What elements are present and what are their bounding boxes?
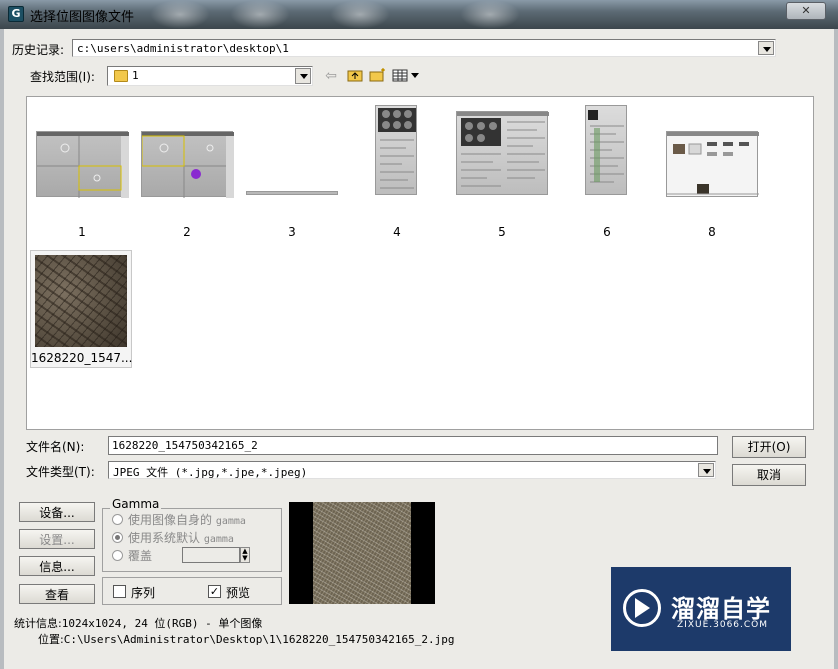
gamma-own-radio — [112, 514, 123, 525]
file-thumb-2[interactable]: 2 — [137, 125, 234, 239]
chevron-down-icon[interactable] — [758, 41, 774, 55]
file-name: 1628220_1547... — [31, 351, 133, 365]
thumbnail-image — [375, 105, 417, 195]
history-value: c:\users\administrator\desktop\1 — [77, 42, 289, 55]
file-thumb-4[interactable]: 4 — [347, 105, 443, 239]
title-bar: G 选择位图图像文件 ✕ — [0, 0, 838, 29]
thumbnail-image — [35, 255, 127, 347]
location-line: 位置:C:\Users\Administrator\Desktop\1\1628… — [38, 633, 455, 646]
thumbnail-image — [36, 131, 129, 198]
thumbnail-image — [456, 111, 549, 195]
history-combo[interactable]: c:\users\administrator\desktop\1 — [72, 39, 776, 57]
file-name: 1 — [78, 225, 86, 239]
file-thumb-3[interactable]: 3 — [242, 125, 338, 239]
file-name: 4 — [393, 225, 401, 239]
gamma-override-radio — [112, 550, 123, 561]
sequence-checkbox[interactable] — [113, 585, 126, 598]
filename-value: 1628220_154750342165_2 — [112, 439, 258, 452]
preview-label: 预览 — [226, 586, 251, 600]
title-bar-glare — [230, 0, 290, 29]
thumbnail-image — [666, 131, 759, 197]
file-thumb-6[interactable]: 6 — [557, 105, 653, 239]
watermark-text: 溜溜自学 — [671, 595, 771, 623]
gamma-override-label: 覆盖 — [128, 549, 153, 563]
preview-texture — [313, 502, 411, 604]
lookin-value: 1 — [132, 69, 139, 82]
window-title: 选择位图图像文件 — [30, 10, 135, 25]
filetype-label: 文件类型(T): — [26, 465, 95, 479]
image-preview — [289, 502, 435, 604]
title-bar-glare — [330, 0, 390, 29]
file-thumb-5[interactable]: 5 — [452, 111, 549, 239]
cancel-button[interactable]: 取消 — [732, 464, 806, 486]
thumbnail-image — [246, 191, 338, 195]
file-name: 8 — [708, 225, 716, 239]
play-icon — [635, 598, 650, 618]
lookin-label: 查找范围(I): — [30, 70, 95, 84]
gamma-system-radio — [112, 532, 123, 543]
file-name: 2 — [183, 225, 191, 239]
filetype-value: JPEG 文件 (*.jpg,*.jpe,*.jpeg) — [113, 466, 308, 479]
title-bar-glare — [150, 0, 210, 29]
preview-checkbox[interactable]: ✓ — [208, 585, 221, 598]
filetype-combo[interactable]: JPEG 文件 (*.jpg,*.jpe,*.jpeg) — [108, 461, 716, 479]
view-menu-icon[interactable] — [392, 68, 420, 84]
stats-line: 统计信息:1024x1024, 24 位(RGB) - 单个图像 — [14, 617, 263, 630]
open-button[interactable]: 打开(O) — [732, 436, 806, 458]
file-thumb-8[interactable]: 8 — [662, 125, 759, 239]
filename-label: 文件名(N): — [26, 440, 85, 454]
history-label: 历史记录: — [12, 43, 65, 57]
info-button[interactable]: 信息... — [19, 556, 95, 576]
view-button[interactable]: 查看 — [19, 584, 95, 604]
close-button[interactable]: ✕ — [786, 2, 826, 20]
file-thumb-1[interactable]: 1 — [32, 125, 129, 239]
back-arrow-icon[interactable]: ⇦ — [322, 68, 340, 84]
file-name: 3 — [288, 225, 296, 239]
options-group — [102, 577, 282, 605]
file-view[interactable]: 1 2 3 4 5 6 8 — [26, 96, 814, 430]
chevron-down-icon[interactable] — [295, 68, 311, 84]
gamma-override-input — [182, 547, 240, 563]
watermark-url: ZIXUE.3066.COM — [677, 620, 769, 630]
lookin-combo[interactable]: 1 — [107, 66, 313, 86]
thumbnail-image — [141, 131, 234, 198]
file-name: 6 — [603, 225, 611, 239]
sequence-label: 序列 — [131, 586, 156, 600]
setup-button[interactable]: 设备... — [19, 502, 95, 522]
file-name: 5 — [498, 225, 506, 239]
gamma-system-label: 使用系统默认 gamma — [128, 531, 234, 545]
folder-icon — [114, 70, 128, 82]
spinner-arrows-icon: ▲ ▼ — [240, 547, 250, 563]
watermark-logo: 溜溜自学 ZIXUE.3066.COM — [611, 567, 791, 651]
title-bar-glare — [460, 0, 520, 29]
new-folder-icon[interactable] — [369, 68, 387, 84]
gamma-own-label: 使用图像自身的 gamma — [128, 513, 246, 527]
settings-button: 设置... — [19, 529, 95, 549]
file-thumb-selected[interactable]: 1628220_1547... — [30, 250, 132, 368]
thumbnail-image — [585, 105, 627, 195]
up-folder-icon[interactable] — [346, 68, 364, 84]
gamma-title: Gamma — [110, 497, 162, 511]
filename-input[interactable]: 1628220_154750342165_2 — [108, 436, 718, 455]
3dsmax-icon: G — [8, 6, 24, 22]
chevron-down-icon[interactable] — [698, 463, 714, 477]
